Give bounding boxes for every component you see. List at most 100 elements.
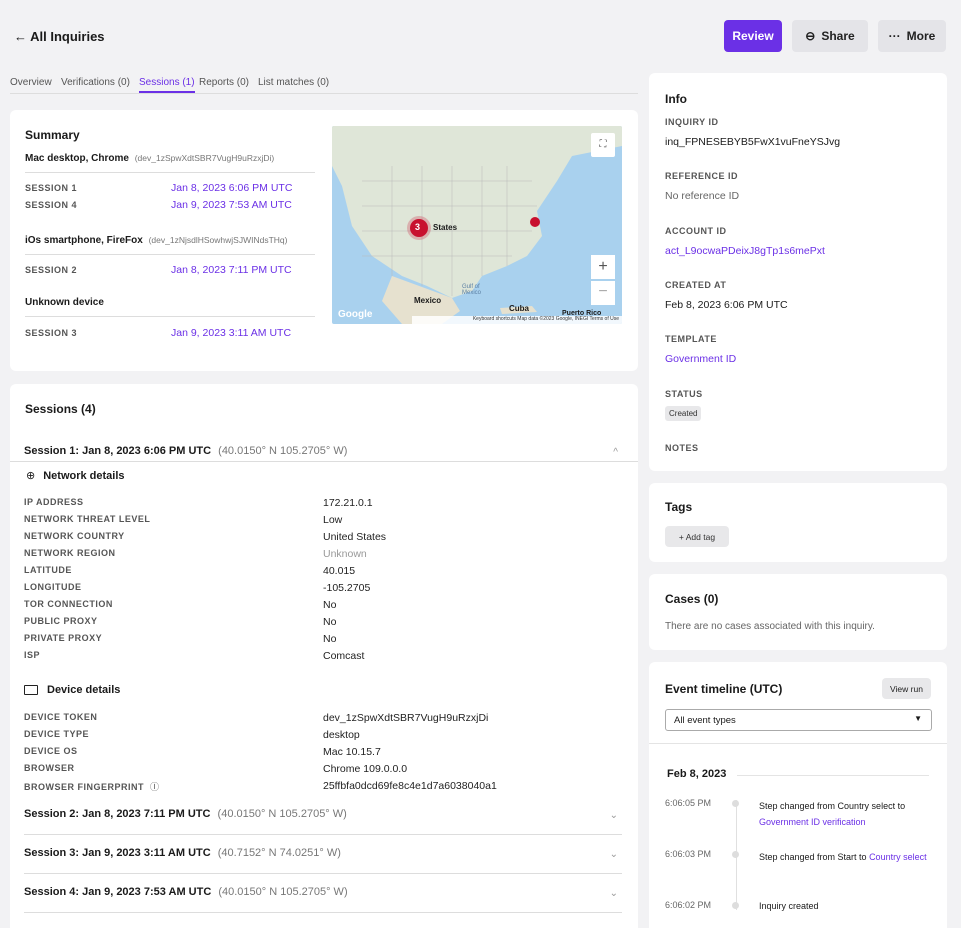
chevron-down-icon: ⌄ — [609, 810, 618, 821]
tags-card — [649, 483, 947, 562]
session-title: Session 1: Jan 8, 2023 6:06 PM UTC — [24, 445, 212, 457]
notes-label: NOTES — [665, 443, 699, 453]
detail-key: PUBLIC PROXY — [24, 616, 98, 626]
timeline-card — [649, 662, 947, 928]
info-title: Info — [665, 92, 687, 106]
detail-value: desktop — [323, 729, 360, 741]
template-link[interactable]: Government ID — [665, 353, 736, 365]
event-time: 6:06:05 PM — [665, 798, 712, 808]
session-time-link[interactable]: Jan 9, 2023 7:53 AM UTC — [171, 199, 292, 211]
status-label: STATUS — [665, 389, 703, 399]
detail-row: DEVICE OS Mac 10.15.7 — [0, 746, 638, 763]
account-id-link[interactable]: act_L9ocwaPDeixJ8gTp1s6mePxt — [665, 245, 825, 257]
caret-down-icon: ▼ — [914, 714, 922, 723]
zoom-out-button[interactable]: − — [591, 281, 615, 305]
event-text: Step changed from Start to — [759, 852, 870, 862]
event-link[interactable]: Country select — [869, 852, 927, 862]
help-icon[interactable]: ⓘ — [150, 782, 160, 792]
google-logo: Google — [338, 309, 373, 320]
session-time-link[interactable]: Jan 8, 2023 7:11 PM UTC — [171, 264, 292, 276]
device-name: Unknown device — [25, 297, 315, 317]
detail-row: LATITUDE 40.015 — [0, 565, 638, 582]
session-2-header[interactable]: Session 2: Jan 8, 2023 7:11 PM UTC (40.0… — [24, 808, 622, 835]
tab-list-matches[interactable]: List matches (0) — [258, 77, 329, 88]
event-description: Inquiry created — [759, 900, 934, 912]
cases-title: Cases (0) — [665, 592, 719, 606]
detail-row: NETWORK COUNTRY United States — [0, 531, 638, 548]
detail-value: 172.21.0.1 — [323, 497, 373, 509]
network-details-heading: ⊕ Network details — [26, 469, 125, 482]
session-divider — [10, 461, 638, 462]
more-icon: ··· — [888, 29, 901, 43]
detail-key: PRIVATE PROXY — [24, 633, 103, 643]
share-label: Share — [821, 29, 855, 43]
map-label-cuba: Cuba — [509, 304, 529, 313]
reference-id-label: REFERENCE ID — [665, 171, 739, 181]
share-button[interactable]: ⊖ Share — [792, 20, 868, 52]
detail-value: United States — [323, 531, 387, 543]
more-label: More — [906, 29, 936, 43]
timeline-divider — [649, 743, 947, 744]
map-label-gulf: Gulf of Mexico — [462, 284, 482, 296]
detail-key: DEVICE TOKEN — [24, 712, 98, 722]
add-tag-button[interactable]: + Add tag — [665, 526, 729, 547]
fullscreen-button[interactable]: ⛶ — [591, 133, 615, 157]
detail-value: Low — [323, 514, 343, 526]
event-type-select[interactable]: All event types ▼ — [665, 709, 932, 731]
created-at-value: Feb 8, 2023 6:06 PM UTC — [665, 299, 788, 311]
device-id: (dev_1zSpwXdtSBR7VugH9uRzxjDi) — [134, 153, 275, 163]
session-label: SESSION 3 — [25, 328, 78, 338]
device-label: Unknown device — [25, 297, 104, 308]
chevron-down-icon: ⌄ — [609, 888, 618, 899]
device-name: Mac desktop, Chrome (dev_1zSpwXdtSBR7Vug… — [25, 153, 315, 173]
more-button[interactable]: ··· More — [878, 20, 946, 52]
chevron-up-icon: ^ — [613, 447, 618, 458]
event-time: 6:06:02 PM — [665, 900, 712, 910]
network-heading-label: Network details — [43, 470, 125, 482]
event-text: Inquiry created — [759, 901, 819, 911]
account-id-label: ACCOUNT ID — [665, 226, 727, 236]
detail-value: dev_1zSpwXdtSBR7VugH9uRzxjDi — [323, 712, 489, 724]
detail-row: DEVICE TYPE desktop — [0, 729, 638, 746]
session-label: SESSION 1 — [25, 183, 78, 193]
cases-empty-text: There are no cases associated with this … — [665, 621, 875, 632]
session-title: Session 2: Jan 8, 2023 7:11 PM UTC — [24, 808, 211, 820]
detail-key: DEVICE OS — [24, 746, 78, 756]
review-button[interactable]: Review — [724, 20, 782, 52]
detail-key: BROWSER — [24, 763, 75, 773]
session-4-header[interactable]: Session 4: Jan 9, 2023 7:53 AM UTC (40.0… — [24, 886, 622, 913]
session-coord: (40.0150° N 105.2705° W) — [217, 808, 347, 820]
event-dot — [732, 902, 739, 909]
session-time-link[interactable]: Jan 8, 2023 6:06 PM UTC — [171, 182, 292, 194]
session-coord: (40.0150° N 105.2705° W) — [218, 886, 348, 898]
session-3-header[interactable]: Session 3: Jan 9, 2023 3:11 AM UTC (40.7… — [24, 847, 622, 874]
device-heading-label: Device details — [47, 684, 121, 696]
detail-value: Unknown — [323, 548, 367, 560]
template-label: TEMPLATE — [665, 334, 717, 344]
session-coord: (40.7152° N 74.0251° W) — [217, 847, 341, 859]
session-time-link[interactable]: Jan 9, 2023 3:11 AM UTC — [171, 327, 291, 339]
detail-key: NETWORK REGION — [24, 548, 116, 558]
detail-key: NETWORK THREAT LEVEL — [24, 514, 151, 524]
tab-overview[interactable]: Overview — [10, 77, 52, 88]
fingerprint-key-label: BROWSER FINGERPRINT — [24, 782, 145, 792]
session-map[interactable]: 3 States Mexico Gulf of Mexico Cuba Puer… — [332, 126, 622, 324]
event-text: Step changed from Country select to — [759, 801, 906, 811]
tab-verifications[interactable]: Verifications (0) — [61, 77, 130, 88]
tab-sessions[interactable]: Sessions (1) — [139, 77, 195, 93]
view-run-button[interactable]: View run — [882, 678, 931, 699]
device-name: iOs smartphone, FireFox (dev_1zNjsdlHSow… — [25, 235, 315, 255]
detail-key: NETWORK COUNTRY — [24, 531, 125, 541]
chevron-down-icon: ⌄ — [609, 849, 618, 860]
detail-row: NETWORK REGION Unknown — [0, 548, 638, 565]
back-link[interactable]: ← All Inquiries — [14, 29, 105, 44]
session-1-header[interactable]: Session 1: Jan 8, 2023 6:06 PM UTC (40.0… — [24, 445, 622, 460]
detail-value: 25ffbfa0dcd69fe8c4e1d7a6038040a1 — [323, 780, 497, 792]
fullscreen-icon: ⛶ — [599, 139, 607, 150]
tags-title: Tags — [665, 500, 693, 514]
tab-reports[interactable]: Reports (0) — [199, 77, 249, 88]
zoom-in-button[interactable]: + — [591, 255, 615, 279]
globe-icon: ⊕ — [26, 470, 36, 482]
event-type-value: All event types — [674, 715, 736, 726]
event-link[interactable]: Government ID verification — [759, 817, 866, 827]
